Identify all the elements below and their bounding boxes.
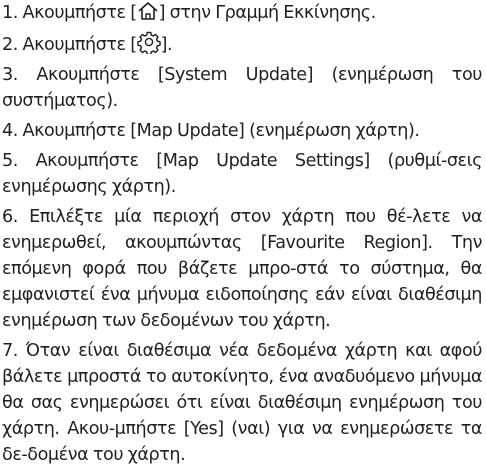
- step-2: 2. Ακουμπήστε [ ].: [2, 30, 482, 58]
- step-2-text-after: ].: [160, 35, 173, 55]
- step-2-text-before: 2. Ακουμπήστε [: [2, 35, 137, 55]
- instruction-steps: 1. Ακουμπήστε [ ] στην Γραμμή Εκκίνησης.…: [2, 0, 482, 472]
- step-5: 5. Ακουμπήστε [Map Update Settings] (ρυθ…: [2, 151, 482, 197]
- step-4: 4. Ακουμπήστε [Map Update] (ενημέρωση χά…: [2, 121, 420, 141]
- step-1: 1. Ακουμπήστε [ ] στην Γραμμή Εκκίνησης.: [2, 0, 482, 26]
- gear-icon: [136, 30, 161, 54]
- step-1-text-after: ] στην Γραμμή Εκκίνησης.: [158, 3, 377, 23]
- step-6: 6. Επιλέξτε μία περιοχή στον χάρτη που θ…: [2, 207, 482, 331]
- step-7: 7. Όταν είναι διαθέσιμα νέα δεδομένα χάρ…: [2, 341, 482, 465]
- home-icon: [137, 0, 159, 22]
- step-1-text-before: 1. Ακουμπήστε [: [2, 3, 137, 23]
- step-3: 3. Ακουμπήστε [System Update] (ενημέρωση…: [2, 65, 482, 111]
